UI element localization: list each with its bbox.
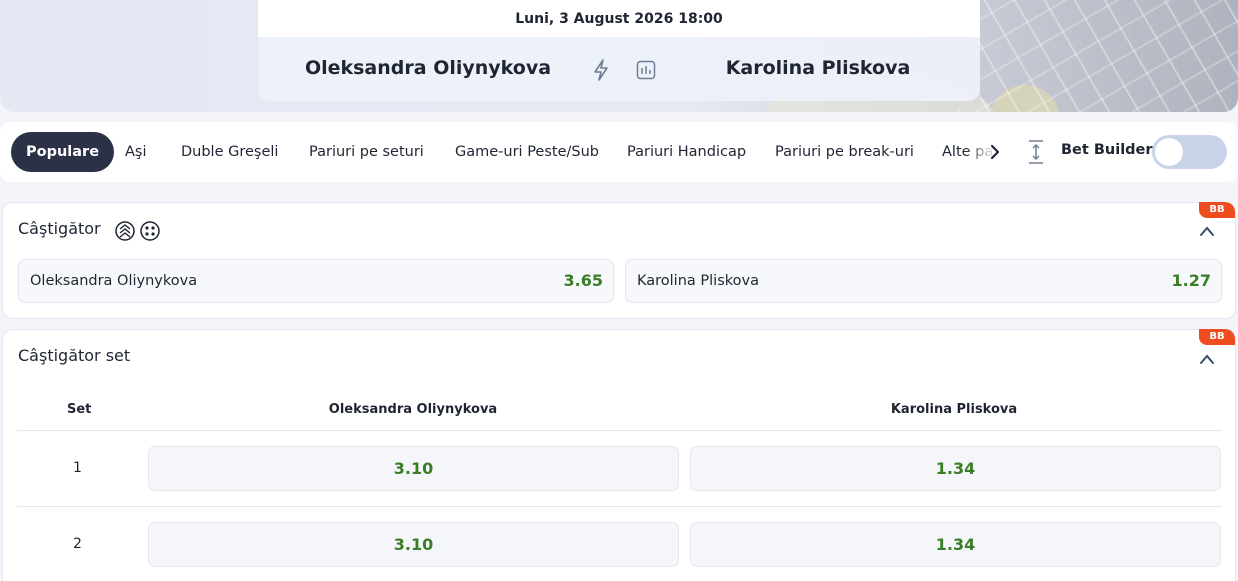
tab-asi[interactable]: Aşi — [125, 132, 147, 172]
tab-pariuri-pe-break-uri[interactable]: Pariuri pe break-uri — [775, 132, 914, 172]
tab-pariuri-pe-seturi[interactable]: Pariuri pe seturi — [309, 132, 424, 172]
toggle-knob — [1155, 138, 1183, 166]
away-team-name: Karolina Pliskova — [725, 57, 911, 79]
match-card: Luni, 3 August 2026 18:00 Oleksandra Oli… — [258, 0, 980, 101]
set-winner-market-panel: BB Câştigător set Set Oleksandra Oliynyk… — [2, 329, 1236, 581]
winner-market-panel: BB Câştigător Oleksandra Oliynykova 3.65… — [2, 202, 1236, 319]
set-odd-home[interactable]: 3.10 — [148, 522, 679, 567]
racket-net-image — [958, 0, 1238, 112]
chevron-up-icon[interactable] — [1199, 353, 1215, 365]
lightning-icon[interactable] — [592, 59, 610, 81]
tab-populare[interactable]: Populare — [11, 132, 115, 172]
outcome-odd: 3.65 — [563, 271, 603, 290]
set-column-header: Set — [67, 402, 92, 417]
tab-duble-greseli[interactable]: Duble Greşeli — [181, 132, 278, 172]
home-column-header: Oleksandra Oliynykova — [328, 402, 498, 417]
outcome-name: Karolina Pliskova — [637, 273, 759, 289]
winner-market-title[interactable]: Câştigător — [18, 219, 101, 238]
set-odd-away[interactable]: 1.34 — [690, 522, 1221, 567]
away-column-header: Karolina Pliskova — [890, 402, 1018, 417]
expand-vertical-icon[interactable] — [1026, 139, 1046, 165]
home-team-name: Oleksandra Oliynykova — [304, 57, 552, 79]
bet-builder-toggle[interactable] — [1152, 135, 1227, 169]
set-odd-home[interactable]: 3.10 — [148, 446, 679, 491]
bet-builder-label: Bet Builder — [1061, 142, 1153, 158]
match-teams: Oleksandra Oliynykova Karolina Pliskova — [258, 37, 980, 101]
outcome-odd: 1.27 — [1171, 271, 1211, 290]
chevron-up-icon[interactable] — [1199, 225, 1215, 237]
set-number: 2 — [73, 536, 82, 552]
score-icon — [140, 221, 160, 241]
divider — [17, 430, 1222, 431]
divider — [17, 506, 1222, 507]
set-number: 1 — [73, 460, 82, 476]
bet-builder-badge: BB — [1199, 202, 1235, 218]
winner-outcome-away[interactable]: Karolina Pliskova 1.27 — [625, 259, 1222, 303]
winner-outcome-home[interactable]: Oleksandra Oliynykova 3.65 — [18, 259, 614, 303]
chevron-right-icon[interactable] — [985, 142, 1005, 162]
market-info-icons — [115, 221, 160, 241]
market-tabs: Populare Aşi Duble Greşeli Pariuri pe se… — [0, 122, 1238, 182]
set-odd-away[interactable]: 1.34 — [690, 446, 1221, 491]
outcome-name: Oleksandra Oliynykova — [30, 273, 198, 289]
tab-pariuri-handicap[interactable]: Pariuri Handicap — [627, 132, 746, 172]
set-winner-market-title[interactable]: Câştigător set — [18, 346, 130, 365]
tab-game-uri-peste-sub[interactable]: Game-uri Peste/Sub — [455, 132, 599, 172]
match-date: Luni, 3 August 2026 18:00 — [258, 0, 980, 37]
layers-icon — [115, 221, 135, 241]
bet-builder-badge: BB — [1199, 329, 1235, 345]
